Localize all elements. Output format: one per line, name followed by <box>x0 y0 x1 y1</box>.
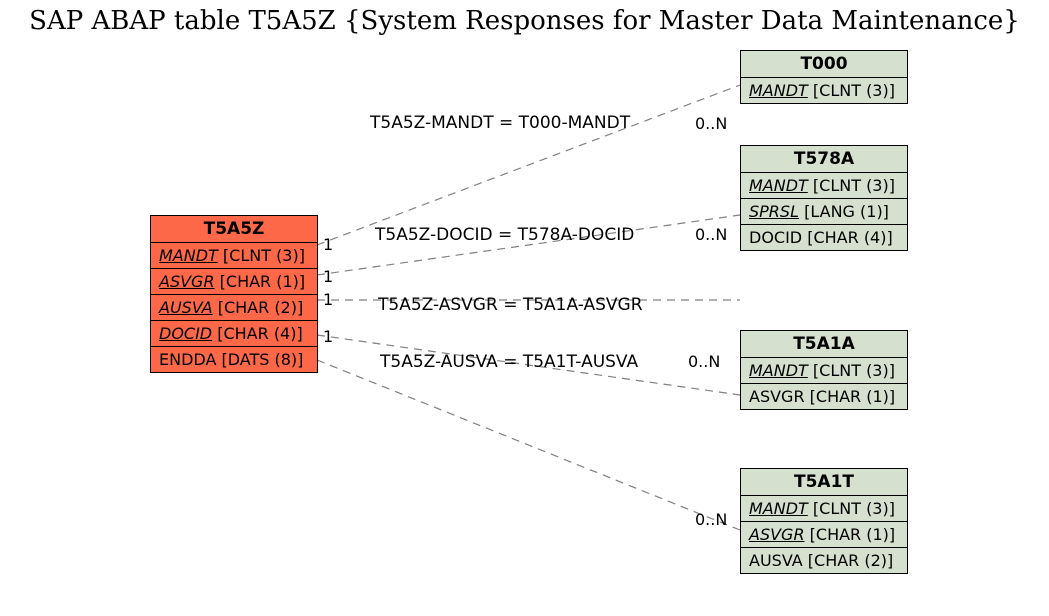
diagram-title: SAP ABAP table T5A5Z {System Responses f… <box>0 6 1049 36</box>
cardinality-left: 1 <box>323 235 333 254</box>
field-row: MANDT [CLNT (3)] <box>741 78 907 103</box>
field-row: SPRSL [LANG (1)] <box>741 199 907 225</box>
entity-t578a: T578A MANDT [CLNT (3)] SPRSL [LANG (1)] … <box>740 145 908 251</box>
relation-label: T5A5Z-AUSVA = T5A1T-AUSVA <box>380 352 638 372</box>
entity-t5a1a: T5A1A MANDT [CLNT (3)] ASVGR [CHAR (1)] <box>740 330 908 410</box>
field-row: DOCID [CHAR (4)] <box>151 321 317 347</box>
field-row: ASVGR [CHAR (1)] <box>741 384 907 409</box>
cardinality-right: 0..N <box>695 114 727 133</box>
cardinality-right: 0..N <box>688 352 720 371</box>
cardinality-right: 0..N <box>695 225 727 244</box>
field-row: ENDDA [DATS (8)] <box>151 347 317 372</box>
cardinality-left: 1 <box>323 327 333 346</box>
field-row: MANDT [CLNT (3)] <box>741 496 907 522</box>
entity-t000: T000 MANDT [CLNT (3)] <box>740 50 908 104</box>
cardinality-left: 1 <box>323 267 333 286</box>
entity-t5a5z: T5A5Z MANDT [CLNT (3)] ASVGR [CHAR (1)] … <box>150 215 318 373</box>
entity-header: T000 <box>741 51 907 78</box>
field-row: MANDT [CLNT (3)] <box>741 358 907 384</box>
entity-header: T5A1A <box>741 331 907 358</box>
cardinality-right: 0..N <box>695 510 727 529</box>
field-row: DOCID [CHAR (4)] <box>741 225 907 250</box>
relation-label: T5A5Z-ASVGR = T5A1A-ASVGR <box>378 295 643 315</box>
entity-header: T5A1T <box>741 469 907 496</box>
cardinality-left: 1 <box>323 290 333 309</box>
field-row: AUSVA [CHAR (2)] <box>741 548 907 573</box>
field-row: MANDT [CLNT (3)] <box>151 243 317 269</box>
field-row: AUSVA [CHAR (2)] <box>151 295 317 321</box>
field-row: MANDT [CLNT (3)] <box>741 173 907 199</box>
relation-label: T5A5Z-MANDT = T000-MANDT <box>370 113 630 133</box>
entity-t5a1t: T5A1T MANDT [CLNT (3)] ASVGR [CHAR (1)] … <box>740 468 908 574</box>
diagram-stage: SAP ABAP table T5A5Z {System Responses f… <box>0 0 1049 616</box>
relation-label: T5A5Z-DOCID = T578A-DOCID <box>375 225 634 245</box>
entity-header: T578A <box>741 146 907 173</box>
field-row: ASVGR [CHAR (1)] <box>151 269 317 295</box>
entity-header: T5A5Z <box>151 216 317 243</box>
field-row: ASVGR [CHAR (1)] <box>741 522 907 548</box>
